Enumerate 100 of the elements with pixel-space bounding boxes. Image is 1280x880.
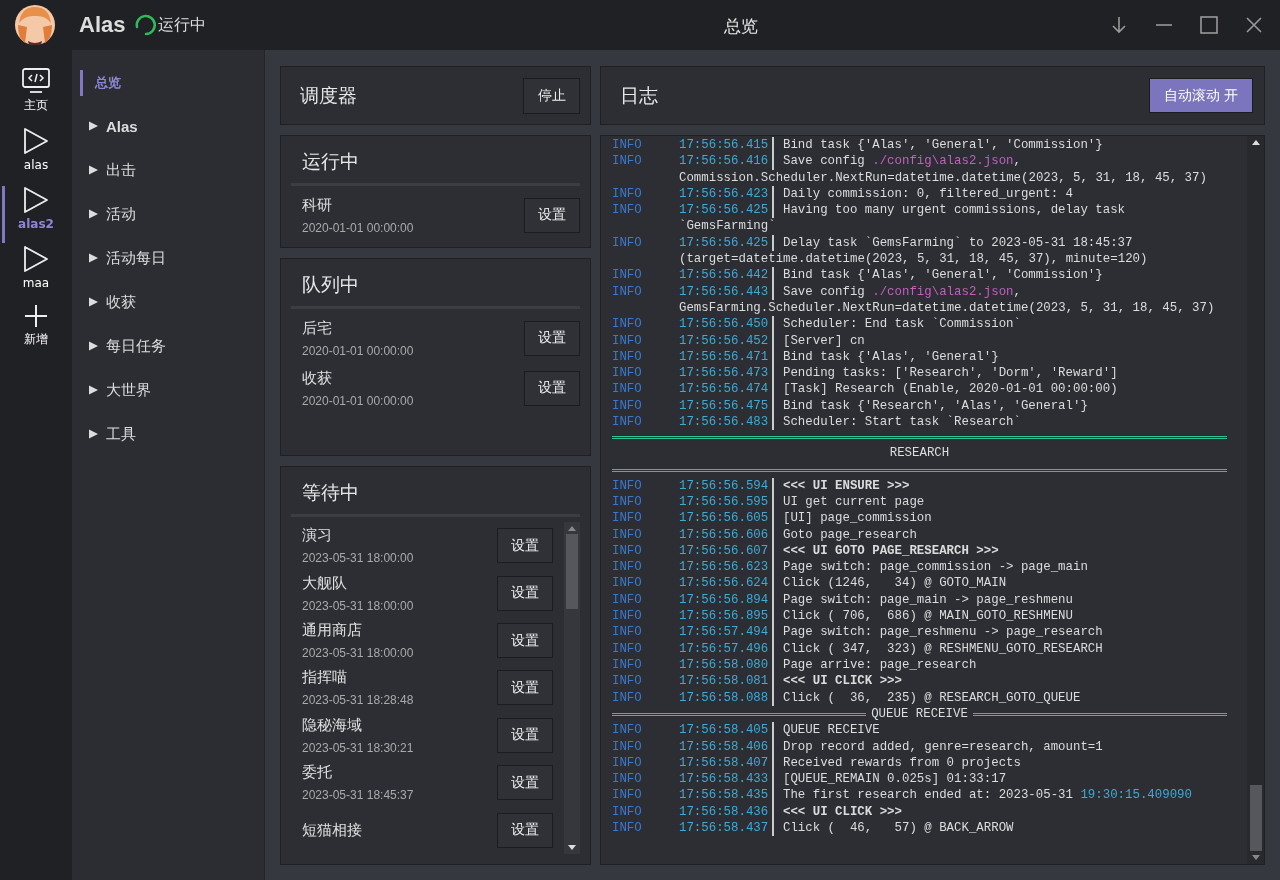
log-level: INFO (612, 414, 643, 431)
section-title: RESEARCH (888, 445, 951, 463)
log-message: Click ( 36, 235) @ RESEARCH_GOTO_QUEUE (783, 689, 1081, 706)
autoscroll-button[interactable]: 自动滚动 开 (1149, 78, 1253, 113)
log-level: INFO (612, 267, 643, 284)
log-message: <<< UI CLICK >>> (783, 673, 902, 690)
download-icon[interactable] (1109, 15, 1129, 35)
log-level: INFO (612, 754, 643, 772)
log-level: INFO (612, 787, 643, 804)
log-level: INFO (612, 332, 643, 349)
plus-icon (24, 304, 48, 328)
maximize-icon[interactable] (1199, 15, 1219, 35)
scroll-thumb[interactable] (1249, 785, 1262, 851)
code-icon (22, 68, 50, 94)
task-time: 2020-01-01 00:00:00 (302, 343, 414, 358)
menu-group[interactable]: Alas (72, 104, 264, 148)
scrollbar[interactable] (564, 522, 580, 854)
task-time: 2023-05-31 18:00:00 (302, 551, 414, 566)
expand-icon (89, 385, 98, 395)
settings-button[interactable]: 设置 (524, 370, 580, 406)
log-level: INFO (612, 820, 643, 837)
log-time: 17:56:56.416 (679, 153, 770, 170)
log-message: Click ( 347, 323) @ RESHMENU_GOTO_RESEARCH (783, 640, 1103, 657)
log-time: 17:56:56.895 (679, 608, 770, 625)
menu-group[interactable]: 活动每日 (72, 236, 264, 280)
panel-title: 等待中 (291, 477, 580, 517)
log-time: 17:56:56.624 (679, 575, 770, 592)
log-time: 17:56:56.623 (679, 559, 770, 576)
settings-button[interactable]: 设置 (497, 765, 553, 801)
log-message: Bind task {'Research', 'Alas', 'General'} (783, 397, 1088, 415)
log-message: <<< UI CLICK >>> (783, 803, 902, 821)
instance-tab[interactable]: 新增 (2, 304, 72, 361)
menu-group[interactable]: 收获 (72, 280, 264, 324)
task-time: 2020-01-01 00:00:00 (302, 393, 414, 408)
settings-button[interactable]: 设置 (524, 197, 580, 233)
log-time: 17:56:56.894 (679, 591, 770, 608)
task-time: 2023-05-31 18:28:48 (302, 693, 414, 708)
instance-tab[interactable]: maa (2, 245, 72, 302)
log-message: Bind task {'Alas', 'General', 'Commission'} (783, 267, 1103, 284)
settings-button[interactable]: 设置 (497, 623, 553, 659)
log-time: 17:56:58.405 (679, 722, 770, 739)
log-message: Pending tasks: ['Research', 'Dorm', 'Reward'] (783, 365, 1118, 382)
log-level: INFO (612, 673, 643, 690)
log-message: Click (1246, 34) @ GOTO_MAIN (783, 575, 1007, 592)
task-name: 后宅 (302, 318, 333, 338)
log-level: INFO (612, 137, 643, 154)
stop-button[interactable]: 停止 (523, 77, 580, 114)
log-message: Click ( 46, 57) @ BACK_ARROW (783, 820, 1014, 837)
instance-tab[interactable]: 主页 (2, 68, 72, 125)
log-message: Commission.Scheduler.NextRun=datetime.datetime(2023, 5, 31, 18, 45, 37) (679, 169, 1207, 186)
log-level: INFO (612, 689, 643, 706)
log-level: INFO (612, 348, 643, 366)
scroll-thumb[interactable] (566, 534, 578, 609)
play-icon (23, 127, 49, 155)
log-time: 17:56:56.452 (679, 332, 770, 349)
log-time: 17:56:56.423 (679, 185, 770, 203)
log-message: `GemsFarming` (679, 218, 776, 235)
task-name: 科研 (302, 195, 333, 215)
log-time: 17:56:58.437 (679, 820, 770, 837)
log-message: Drop record added, genre=research, amount=1 (783, 738, 1103, 755)
expand-icon (89, 121, 98, 131)
log-message: (target=datetime.datetime(2023, 5, 31, 18, 45, 37), minute=120) (679, 251, 1148, 268)
log-message: [QUEUE_REMAIN 0.025s] 01:33:17 (783, 771, 1007, 788)
menu-item[interactable]: 总览 (80, 70, 264, 96)
log-time: 17:56:56.425 (679, 234, 770, 252)
settings-button[interactable]: 设置 (497, 717, 553, 753)
log-time: 17:56:56.415 (679, 137, 770, 154)
expand-icon (89, 253, 98, 263)
log-level: INFO (612, 477, 643, 494)
settings-button[interactable]: 设置 (497, 812, 553, 848)
log-time: 17:56:56.442 (679, 267, 770, 284)
menu-group[interactable]: 活动 (72, 192, 264, 236)
log-message: Delay task `GemsFarming` to 2023-05-31 18:45:37 (783, 234, 1133, 252)
menu-group[interactable]: 大世界 (72, 368, 264, 412)
log-level: INFO (612, 493, 643, 511)
log-level: INFO (612, 624, 643, 641)
settings-button[interactable]: 设置 (497, 575, 553, 611)
settings-button[interactable]: 设置 (524, 320, 580, 356)
settings-button[interactable]: 设置 (497, 528, 553, 564)
log-level: INFO (612, 510, 643, 527)
scrollbar[interactable] (1247, 136, 1264, 864)
panel-title: 队列中 (291, 269, 580, 309)
menu-group[interactable]: 出击 (72, 148, 264, 192)
task-name: 收获 (302, 368, 333, 388)
log-level: INFO (612, 526, 643, 543)
scroll-down-icon[interactable] (1251, 855, 1260, 860)
log-time: 17:56:56.474 (679, 381, 770, 398)
menu-group[interactable]: 每日任务 (72, 324, 264, 368)
settings-button[interactable]: 设置 (497, 670, 553, 706)
log-time: 17:56:56.443 (679, 283, 770, 300)
scroll-down-icon[interactable] (568, 845, 576, 850)
log-message: Daily commission: 0, filtered_urgent: 4 (783, 185, 1073, 203)
instance-tab[interactable]: alas (2, 127, 72, 184)
scroll-up-icon[interactable] (1251, 140, 1260, 145)
expand-icon (89, 341, 98, 351)
close-icon[interactable] (1244, 15, 1264, 35)
log-time: 17:56:56.605 (679, 510, 770, 527)
log-level: INFO (612, 608, 643, 625)
task-time: 2023-05-31 18:45:37 (302, 788, 414, 803)
menu-group[interactable]: 工具 (72, 412, 264, 456)
